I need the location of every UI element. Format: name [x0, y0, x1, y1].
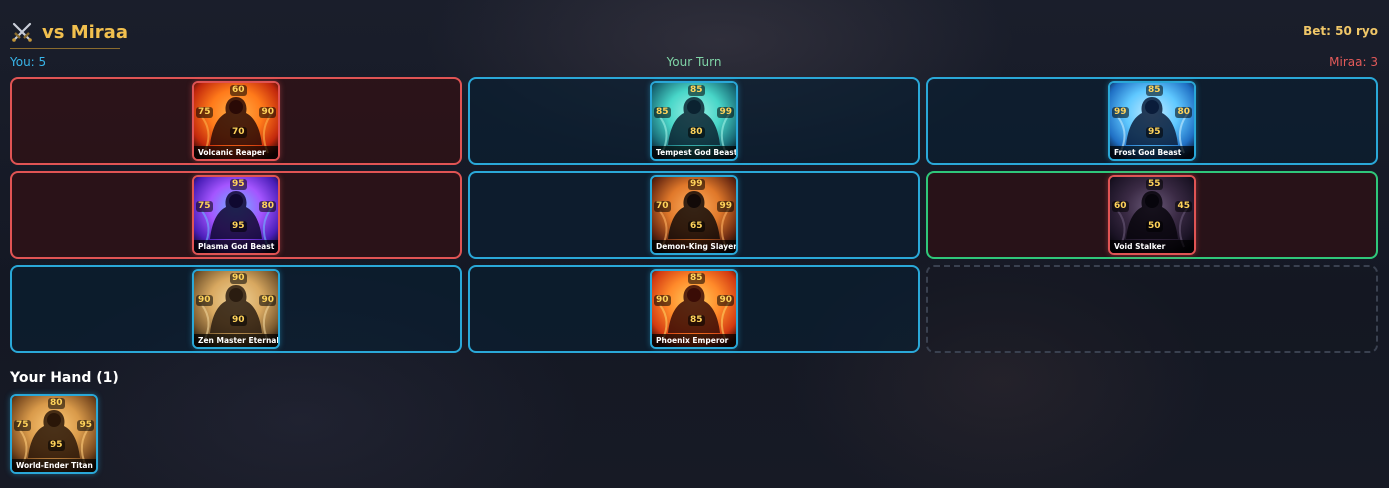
card-stat-right: 90: [259, 107, 276, 118]
board-cell[interactable]: 55 60 45 50 Void Stalker: [926, 171, 1378, 259]
player-hand: 80 75 95 95 World-Ender Titan: [10, 394, 410, 474]
game-screen: vs Miraa Bet: 50 ryo You: 5 Your Turn Mi…: [0, 0, 1389, 488]
card-stat-left: 99: [1112, 107, 1129, 118]
board-cell[interactable]: 99 70 99 65 Demon-King Slayer: [468, 171, 920, 259]
board-cell[interactable]: 60 75 90 70 Volcanic Reaper: [10, 77, 462, 165]
score-bar: You: 5 Your Turn Miraa: 3: [10, 55, 1378, 71]
card-stat-bottom: 70: [230, 127, 247, 138]
game-card[interactable]: 85 85 99 80 Tempest God Beast: [650, 81, 738, 161]
card-stat-bottom: 65: [688, 221, 705, 232]
card-name: World-Ender Titan: [12, 459, 96, 472]
card-name: Plasma God Beast: [194, 240, 278, 253]
card-stat-left: 85: [654, 107, 671, 118]
card-stat-right: 80: [259, 201, 276, 212]
card-stat-right: 90: [717, 295, 734, 306]
card-name: Zen Master Eternal: [194, 334, 278, 347]
card-stat-right: 45: [1175, 201, 1192, 212]
card-stat-bottom: 95: [1146, 127, 1163, 138]
card-stat-top: 60: [230, 85, 247, 96]
card-stat-top: 85: [688, 85, 705, 96]
board-cell[interactable]: 85 85 99 80 Tempest God Beast: [468, 77, 920, 165]
game-board: 60 75 90 70 Volcanic Reaper 85 85 99 80 Tempest G…: [10, 77, 1378, 353]
card-stat-bottom: 95: [230, 221, 247, 232]
card-stat-left: 90: [654, 295, 671, 306]
card-stat-top: 85: [1146, 85, 1163, 96]
hand-card[interactable]: 80 75 95 95 World-Ender Titan: [10, 394, 98, 474]
card-stat-bottom: 80: [688, 127, 705, 138]
card-name: Tempest God Beast: [652, 146, 736, 159]
card-stat-left: 60: [1112, 201, 1129, 212]
card-name: Volcanic Reaper: [194, 146, 278, 159]
game-card[interactable]: 95 75 80 95 Plasma God Beast: [192, 175, 280, 255]
opponent-score: Miraa: 3: [1329, 55, 1378, 69]
card-stat-bottom: 50: [1146, 221, 1163, 232]
card-stat-right: 95: [77, 420, 94, 431]
empty-board-cell[interactable]: [926, 265, 1378, 353]
card-stat-bottom: 95: [48, 440, 65, 451]
card-stat-top: 55: [1146, 179, 1163, 190]
game-card[interactable]: 60 75 90 70 Volcanic Reaper: [192, 81, 280, 161]
board-cell[interactable]: 90 90 90 90 Zen Master Eternal: [10, 265, 462, 353]
card-stat-right: 99: [717, 107, 734, 118]
title-divider: [10, 48, 120, 49]
card-name: Frost God Beast: [1110, 146, 1194, 159]
bet-amount: Bet: 50 ryo: [1303, 24, 1378, 38]
card-stat-top: 80: [48, 398, 65, 409]
game-card[interactable]: 55 60 45 50 Void Stalker: [1108, 175, 1196, 255]
card-stat-left: 75: [196, 107, 213, 118]
turn-indicator: Your Turn: [666, 55, 722, 69]
game-card[interactable]: 85 99 80 95 Frost God Beast: [1108, 81, 1196, 161]
game-card[interactable]: 85 90 90 85 Phoenix Emperor: [650, 269, 738, 349]
card-stat-right: 80: [1175, 107, 1192, 118]
card-stat-right: 90: [259, 295, 276, 306]
game-card[interactable]: 99 70 99 65 Demon-King Slayer: [650, 175, 738, 255]
board-cell[interactable]: 95 75 80 95 Plasma God Beast: [10, 171, 462, 259]
card-stat-left: 90: [196, 295, 213, 306]
game-card[interactable]: 90 90 90 90 Zen Master Eternal: [192, 269, 280, 349]
card-stat-bottom: 85: [688, 315, 705, 326]
card-name: Demon-King Slayer: [652, 240, 736, 253]
crossed-swords-icon: [12, 22, 32, 42]
card-stat-right: 99: [717, 201, 734, 212]
card-name: Void Stalker: [1110, 240, 1194, 253]
hand-title: Your Hand (1): [10, 370, 119, 386]
card-stat-top: 90: [230, 273, 247, 284]
card-stat-left: 75: [196, 201, 213, 212]
card-stat-bottom: 90: [230, 315, 247, 326]
card-stat-top: 85: [688, 273, 705, 284]
match-header: vs Miraa Bet: 50 ryo: [10, 18, 1378, 49]
card-name: Phoenix Emperor: [652, 334, 736, 347]
board-cell[interactable]: 85 99 80 95 Frost God Beast: [926, 77, 1378, 165]
card-stat-top: 95: [230, 179, 247, 190]
opponent-title: vs Miraa: [42, 21, 128, 43]
card-stat-left: 75: [14, 420, 31, 431]
match-title: vs Miraa: [10, 18, 128, 46]
board-cell[interactable]: 85 90 90 85 Phoenix Emperor: [468, 265, 920, 353]
card-stat-left: 70: [654, 201, 671, 212]
card-stat-top: 99: [688, 179, 705, 190]
